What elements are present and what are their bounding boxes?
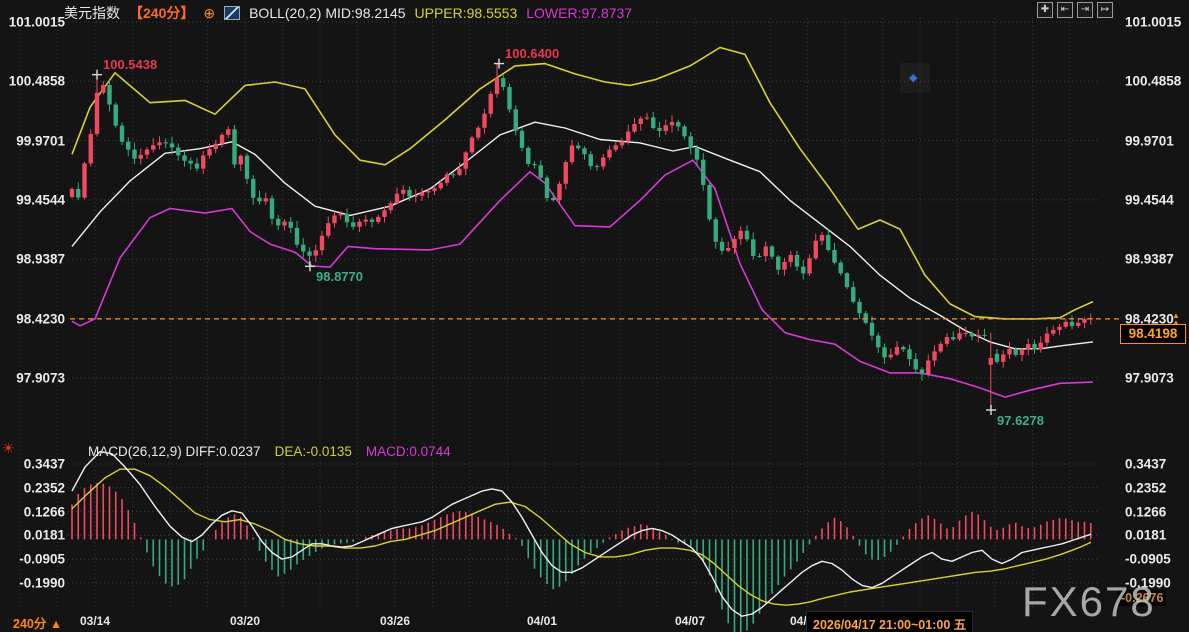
low-price-annotation: 98.8770 <box>316 269 363 284</box>
macd-axis-label-left: -0.1990 <box>3 576 65 591</box>
last-price-box: 98.4198 <box>1120 324 1186 344</box>
y-axis-label-right: 99.9701 <box>1125 133 1174 148</box>
y-axis-label-right: 98.9387 <box>1125 252 1174 267</box>
chart-toolbar: ✚⇤⇥↦ <box>1037 2 1113 18</box>
y-axis-label-right: 101.0015 <box>1125 15 1181 30</box>
chart-app-window: { "header": { "symbol": "美元指数", "timefra… <box>0 0 1189 632</box>
y-axis-label-left: 97.9073 <box>3 370 65 385</box>
crosshair-date-tooltip: 2026/04/17 21:00~01:00 五 <box>806 611 973 632</box>
chart-header: 美元指数 【240分】 ⊕ BOLL(20,2) MID:98.2145 UPP… <box>64 3 632 23</box>
y-axis-label-right: 99.4544 <box>1125 192 1174 207</box>
timeframe-label[interactable]: 【240分】 <box>129 3 194 23</box>
mouse-cursor-marker: ◆ <box>900 63 930 93</box>
live-indicator-icon: ☀ <box>2 440 15 457</box>
x-axis-label: 04/01 <box>527 614 557 628</box>
cursor-diamond-icon: ◆ <box>909 71 917 84</box>
y-axis-label-left: 99.4544 <box>3 192 65 207</box>
x-axis-label: 03/14 <box>80 614 110 628</box>
y-axis-label-left: 98.4230 <box>3 311 65 326</box>
macd-axis-label-left: -0.0905 <box>3 552 65 567</box>
macd-dea-value: DEA:-0.0135 <box>275 444 352 459</box>
boll-mid-value: BOLL(20,2) MID:98.2145 <box>249 5 405 21</box>
macd-axis-label-left: 0.2352 <box>3 480 65 495</box>
add-indicator-icon[interactable]: ⊕ <box>203 5 215 22</box>
y-axis-label-left: 100.4858 <box>3 74 65 89</box>
symbol-title: 美元指数 <box>64 3 120 23</box>
y-axis-label-right: 100.4858 <box>1125 74 1181 89</box>
y-axis-label-left: 99.9701 <box>3 133 65 148</box>
macd-axis-label-right: 0.1266 <box>1125 504 1166 519</box>
price-chart-canvas[interactable] <box>0 0 1189 632</box>
x-axis-label: 03/20 <box>230 614 260 628</box>
macd-axis-label-right: 0.0181 <box>1125 528 1166 543</box>
watermark-logo: FX678 <box>1022 578 1156 626</box>
high-price-annotation: 100.5438 <box>103 57 157 72</box>
low-price-annotation: 97.6278 <box>997 413 1044 428</box>
macd-axis-label-left: 0.3437 <box>3 456 65 471</box>
chart-type-icon[interactable] <box>224 6 240 20</box>
x-axis-label: 04/07 <box>675 614 705 628</box>
pan-right-edge-icon[interactable]: ⇥ <box>1077 2 1093 18</box>
macd-axis-label-right: -0.0905 <box>1125 552 1171 567</box>
macd-axis-label-right: 0.2352 <box>1125 480 1166 495</box>
y-axis-label-right: 98.4230 <box>1125 311 1174 326</box>
x-tick-partial: 04/ <box>790 614 807 628</box>
macd-axis-label-right: 0.3437 <box>1125 456 1166 471</box>
y-axis-label-left: 98.9387 <box>3 252 65 267</box>
timeframe-badge[interactable]: 240分 ▲ <box>13 613 62 632</box>
macd-header: MACD(26,12,9) DIFF:0.0237 DEA:-0.0135 MA… <box>88 444 451 459</box>
y-axis-label-left: 101.0015 <box>3 15 65 30</box>
pan-left-edge-icon[interactable]: ⇤ <box>1057 2 1073 18</box>
boll-lower-value: LOWER:97.8737 <box>526 5 632 21</box>
x-axis-label: 03/26 <box>380 614 410 628</box>
move-crosshair-icon[interactable]: ✚ <box>1037 2 1053 18</box>
macd-macd-value: MACD:0.0744 <box>366 444 451 459</box>
boll-upper-value: UPPER:98.5553 <box>415 5 518 21</box>
y-axis-label-right: 97.9073 <box>1125 370 1174 385</box>
high-price-annotation: 100.6400 <box>505 46 559 61</box>
macd-axis-label-left: 0.1266 <box>3 504 65 519</box>
macd-axis-label-left: 0.0181 <box>3 528 65 543</box>
shift-right-icon[interactable]: ↦ <box>1097 2 1113 18</box>
macd-diff-value: MACD(26,12,9) DIFF:0.0237 <box>88 444 261 459</box>
